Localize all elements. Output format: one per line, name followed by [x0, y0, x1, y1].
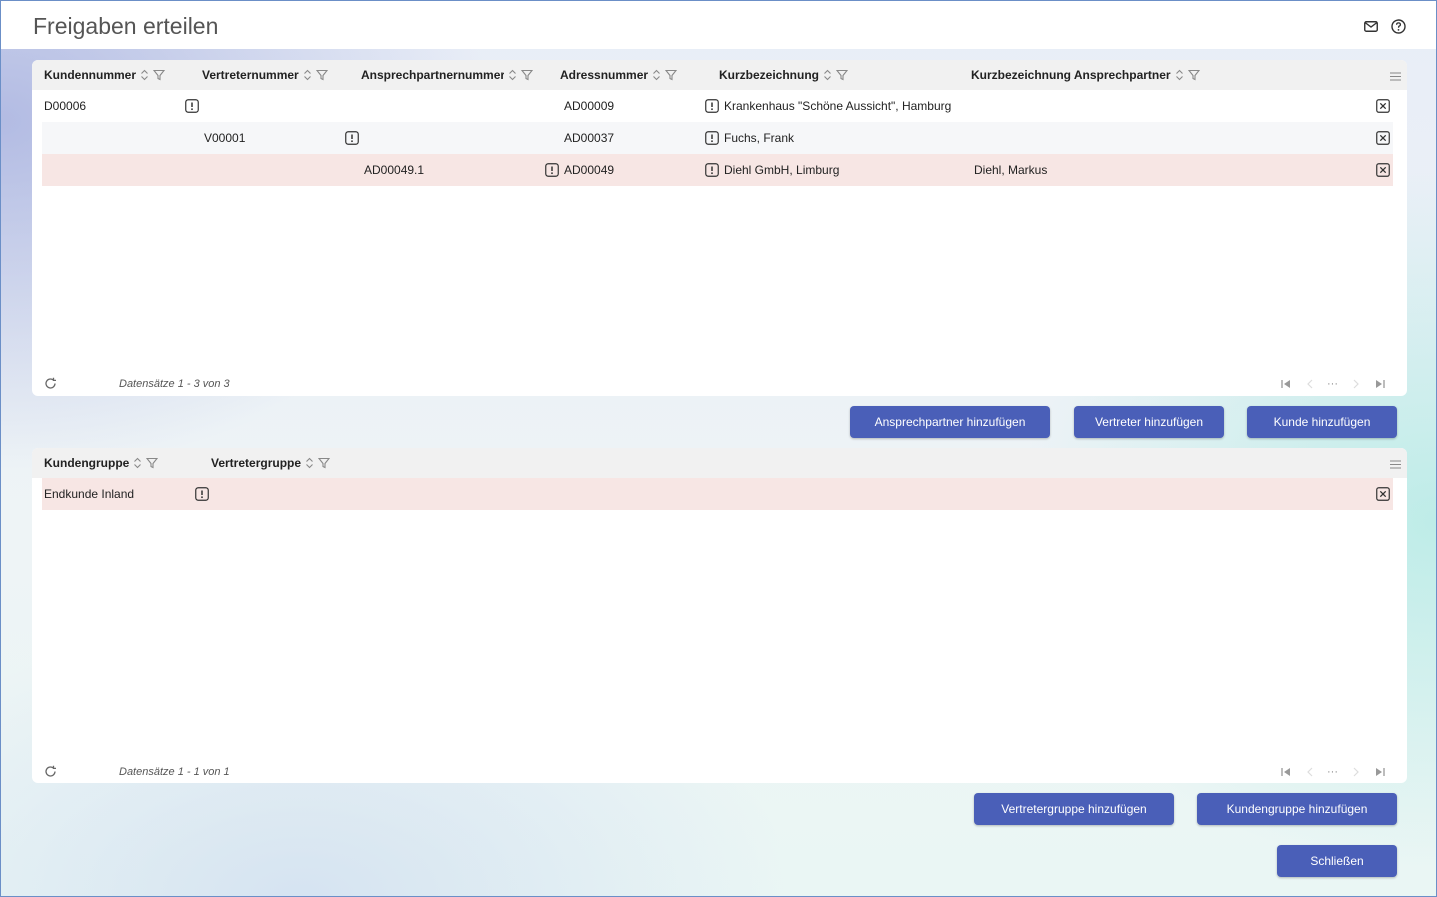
column-header-kundennummer[interactable]: Kundennummer — [44, 60, 194, 90]
delete-icon[interactable] — [1376, 487, 1390, 501]
info-icon[interactable] — [195, 487, 209, 501]
pager-ellipsis[interactable]: ··· — [1327, 766, 1338, 778]
record-count: Datensätze 1 - 1 von 1 — [119, 766, 230, 778]
refresh-icon[interactable] — [44, 765, 57, 781]
column-label: Ansprechpartnernummer — [361, 68, 504, 82]
info-icon[interactable] — [345, 131, 359, 145]
table-row[interactable]: D00006 AD00009 Krankenhaus "Schöne Aussi… — [42, 90, 1393, 122]
dialog-title: Freigaben erteilen — [33, 13, 219, 39]
table-row[interactable]: V00001 AD00037 Fuchs, Frank — [42, 122, 1393, 154]
sort-icon[interactable] — [508, 69, 517, 81]
prev-page-icon[interactable] — [1304, 378, 1316, 390]
column-label: Kundengruppe — [44, 456, 130, 470]
cell-adressnummer: AD00037 — [564, 131, 615, 145]
cell-kurzbezeichnung: Krankenhaus "Schöne Aussicht", Hamburg — [724, 99, 952, 113]
close-button[interactable]: Schließen — [1277, 845, 1397, 877]
next-page-icon[interactable] — [1350, 378, 1362, 390]
delete-icon[interactable] — [1376, 131, 1390, 145]
column-header-adressnummer[interactable]: Adressnummer — [560, 60, 710, 90]
table-footer: Datensätze 1 - 3 von 3 ··· — [32, 372, 1407, 396]
column-header-kurzbezeichnung[interactable]: Kurzbezeichnung — [719, 60, 959, 90]
table-row[interactable]: Endkunde Inland — [42, 478, 1393, 510]
info-icon[interactable] — [705, 163, 719, 177]
column-header-kurzbezeichnung-ansprechpartner[interactable]: Kurzbezeichnung Ansprechpartner — [971, 60, 1271, 90]
pager-ellipsis[interactable]: ··· — [1327, 378, 1338, 390]
column-label: Kurzbezeichnung — [719, 68, 820, 82]
column-header-vertretergruppe[interactable]: Vertretergruppe — [211, 448, 371, 478]
sort-icon[interactable] — [823, 69, 832, 81]
sort-icon[interactable] — [305, 457, 314, 469]
column-header-ansprechpartnernummer[interactable]: Ansprechpartnernummer — [361, 60, 551, 90]
sort-icon[interactable] — [652, 69, 661, 81]
column-label: Kundennummer — [44, 68, 137, 82]
first-page-icon[interactable] — [1280, 378, 1292, 390]
prev-page-icon[interactable] — [1304, 766, 1316, 778]
cell-adressnummer: AD00049 — [564, 163, 615, 177]
table-header: Kundennummer Vertreternummer Ansprechpar… — [32, 60, 1407, 90]
filter-icon[interactable] — [318, 457, 331, 469]
info-icon[interactable] — [705, 99, 719, 113]
assignments-table-panel: Kundennummer Vertreternummer Ansprechpar… — [32, 60, 1407, 396]
column-label: Kurzbezeichnung Ansprechpartner — [971, 68, 1171, 82]
info-icon[interactable] — [545, 163, 559, 177]
pagination: ··· — [1280, 378, 1386, 390]
column-menu-icon[interactable] — [1390, 458, 1401, 472]
info-icon[interactable] — [185, 99, 199, 113]
mail-icon[interactable] — [1363, 18, 1379, 34]
delete-icon[interactable] — [1376, 99, 1390, 113]
column-label: Adressnummer — [560, 68, 649, 82]
cell-kurzbezeichnung: Fuchs, Frank — [724, 131, 795, 145]
column-header-kundengruppe[interactable]: Kundengruppe — [44, 448, 204, 478]
filter-icon[interactable] — [836, 69, 849, 81]
sort-icon[interactable] — [1175, 69, 1184, 81]
title-bar: Freigaben erteilen — [1, 1, 1436, 49]
cell-kundengruppe: Endkunde Inland — [44, 487, 135, 501]
delete-icon[interactable] — [1376, 163, 1390, 177]
add-representative-button[interactable]: Vertreter hinzufügen — [1074, 406, 1224, 438]
add-representative-group-button[interactable]: Vertretergruppe hinzufügen — [974, 793, 1174, 825]
next-page-icon[interactable] — [1350, 766, 1362, 778]
groups-table-panel: Kundengruppe Vertretergruppe Endkunde In… — [32, 448, 1407, 783]
dialog-window: Freigaben erteilen Kundennummer Vertrete… — [0, 0, 1437, 897]
cell-ansprechpartnernummer: AD00049.1 — [364, 163, 425, 177]
filter-icon[interactable] — [146, 457, 159, 469]
cell-vertreternummer: V00001 — [204, 131, 246, 145]
refresh-icon[interactable] — [44, 377, 57, 393]
column-label: Vertretergruppe — [211, 456, 302, 470]
filter-icon[interactable] — [665, 69, 678, 81]
add-customer-button[interactable]: Kunde hinzufügen — [1247, 406, 1397, 438]
pagination: ··· — [1280, 766, 1386, 778]
add-contact-button[interactable]: Ansprechpartner hinzufügen — [850, 406, 1050, 438]
column-header-vertreternummer[interactable]: Vertreternummer — [202, 60, 352, 90]
sort-icon[interactable] — [303, 69, 312, 81]
filter-icon[interactable] — [521, 69, 533, 81]
sort-icon[interactable] — [140, 69, 149, 81]
help-icon[interactable] — [1390, 18, 1406, 34]
sort-icon[interactable] — [133, 457, 142, 469]
info-icon[interactable] — [705, 131, 719, 145]
add-customer-group-button[interactable]: Kundengruppe hinzufügen — [1197, 793, 1397, 825]
filter-icon[interactable] — [153, 69, 166, 81]
cell-kurzbezeichnung: Diehl GmbH, Limburg — [724, 163, 840, 177]
filter-icon[interactable] — [315, 69, 328, 81]
filter-icon[interactable] — [1187, 69, 1200, 81]
table-row[interactable]: AD00049.1 AD00049 Diehl GmbH, Limburg Di… — [42, 154, 1393, 186]
cell-kurzbezeichnung-ansprechpartner: Diehl, Markus — [974, 163, 1048, 177]
column-label: Vertreternummer — [202, 68, 299, 82]
cell-kundennummer: D00006 — [44, 99, 87, 113]
record-count: Datensätze 1 - 3 von 3 — [119, 378, 230, 390]
last-page-icon[interactable] — [1374, 766, 1386, 778]
table-header: Kundengruppe Vertretergruppe — [32, 448, 1407, 478]
last-page-icon[interactable] — [1374, 378, 1386, 390]
table-footer: Datensätze 1 - 1 von 1 ··· — [32, 760, 1407, 783]
column-menu-icon[interactable] — [1390, 70, 1401, 84]
first-page-icon[interactable] — [1280, 766, 1292, 778]
cell-adressnummer: AD00009 — [564, 99, 615, 113]
